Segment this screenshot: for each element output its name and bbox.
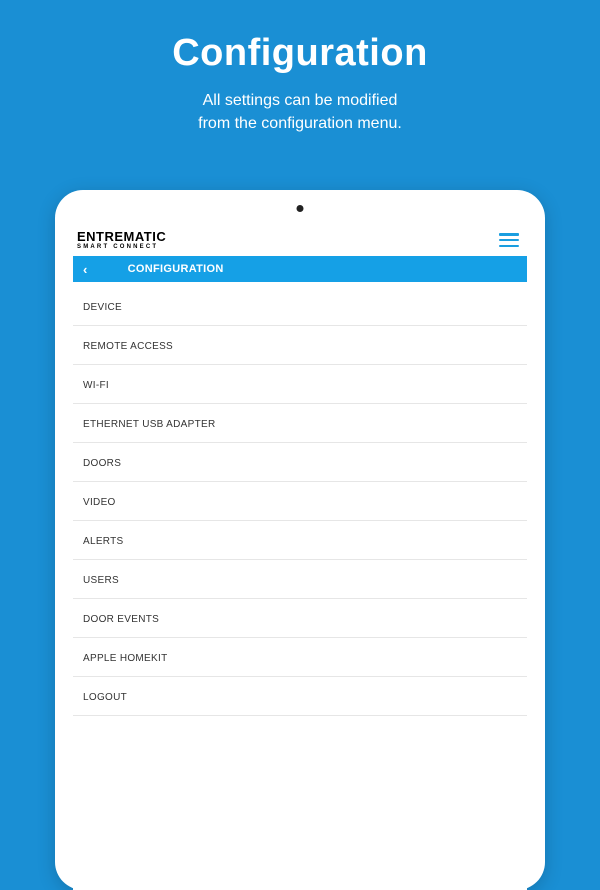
config-menu-list: DEVICE REMOTE ACCESS WI-FI ETHERNET USB … (73, 282, 527, 716)
page-title: CONFIGURATION (128, 263, 224, 275)
hero-subtitle-line2: from the configuration menu. (198, 115, 402, 132)
menu-item-users[interactable]: USERS (73, 560, 527, 599)
menu-item-ethernet[interactable]: ETHERNET USB ADAPTER (73, 404, 527, 443)
menu-item-remote-access[interactable]: REMOTE ACCESS (73, 326, 527, 365)
menu-item-apple-homekit[interactable]: APPLE HOMEKIT (73, 638, 527, 677)
hero-title: Configuration (0, 32, 600, 75)
tablet-camera-icon (297, 205, 304, 212)
menu-item-video[interactable]: VIDEO (73, 482, 527, 521)
menu-item-doors[interactable]: DOORS (73, 443, 527, 482)
brand-logo: ENTREMATIC SMART CONNECT (77, 230, 166, 250)
hero-subtitle-line1: All settings can be modified (203, 92, 398, 109)
menu-item-wifi[interactable]: WI-FI (73, 365, 527, 404)
menu-item-device[interactable]: DEVICE (73, 282, 527, 326)
hero: Configuration All settings can be modifi… (0, 0, 600, 135)
tablet-frame: ENTREMATIC SMART CONNECT ‹ CONFIGURATION… (55, 190, 545, 890)
brand-sub-text: SMART CONNECT (77, 244, 166, 250)
app-screen: ENTREMATIC SMART CONNECT ‹ CONFIGURATION… (73, 224, 527, 890)
app-header: ENTREMATIC SMART CONNECT (73, 224, 527, 256)
menu-item-logout[interactable]: LOGOUT (73, 677, 527, 716)
menu-item-alerts[interactable]: ALERTS (73, 521, 527, 560)
hamburger-icon[interactable] (499, 233, 519, 247)
page-title-bar: ‹ CONFIGURATION (73, 256, 527, 282)
back-button[interactable]: ‹ (83, 262, 88, 277)
menu-item-door-events[interactable]: DOOR EVENTS (73, 599, 527, 638)
brand-main-text: ENTREMATIC (77, 230, 166, 243)
hero-subtitle: All settings can be modified from the co… (0, 89, 600, 135)
